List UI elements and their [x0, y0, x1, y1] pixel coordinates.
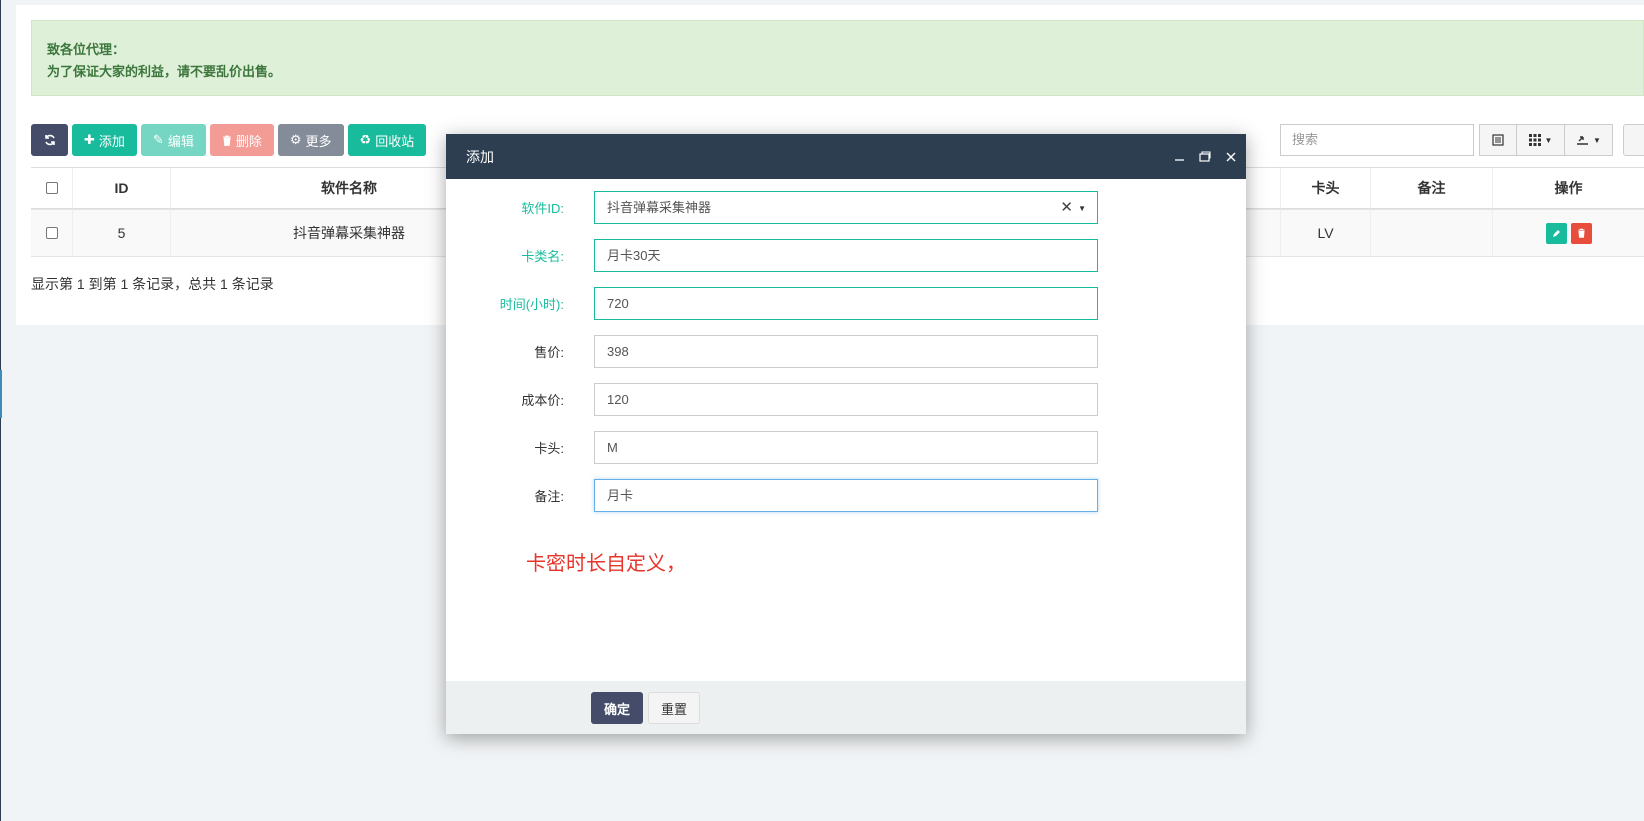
trash-icon — [1577, 228, 1585, 238]
add-dialog: 添加 软件ID: 抖音弹幕采集神器 ✕ ▼ 卡类名: 月卡30天 时间(小时):… — [446, 134, 1246, 734]
maximize-icon[interactable] — [1198, 151, 1212, 162]
field-card-prefix: 卡头: M — [446, 430, 1246, 464]
recycle-icon: ♻ — [359, 132, 372, 147]
row-edit-button[interactable] — [1545, 222, 1567, 244]
gear-icon: ⚙ — [289, 132, 302, 147]
recycle-bin-button[interactable]: ♻ 回收站 — [347, 124, 427, 156]
grid-icon — [1528, 134, 1541, 146]
cell-remark — [1371, 210, 1493, 256]
toggle-view-button[interactable] — [1479, 124, 1517, 156]
software-id-label: 软件ID: — [521, 200, 564, 216]
trash-icon — [222, 135, 231, 146]
annotation-text: 卡密时长自定义， — [526, 553, 686, 575]
pencil-icon — [1552, 229, 1560, 237]
add-button[interactable]: ✚ 添加 — [72, 124, 137, 156]
delete-button-label: 删除 — [235, 133, 262, 149]
remark-label: 备注: — [534, 488, 564, 504]
card-name-label: 卡类名: — [521, 248, 564, 264]
search-input[interactable]: 搜索 — [1280, 124, 1474, 156]
price-input[interactable]: 398 — [594, 334, 1098, 368]
header-operations: 操作 — [1493, 168, 1644, 209]
close-icon[interactable] — [1224, 152, 1238, 162]
dialog-controls — [1172, 134, 1238, 179]
cost-input[interactable]: 120 — [594, 382, 1098, 416]
field-hours: 时间(小时): 720 — [446, 286, 1246, 320]
card-name-input[interactable]: 月卡30天 — [594, 238, 1098, 272]
cell-id: 5 — [73, 210, 171, 256]
recycle-button-label: 回收站 — [375, 133, 415, 149]
notice-line-1: 致各位代理： — [47, 42, 126, 57]
export-button[interactable]: ▼ — [1564, 124, 1613, 156]
dialog-title: 添加 — [466, 148, 494, 165]
hours-label: 时间(小时): — [499, 296, 564, 312]
toolbar: ✚ 添加 ✎ 编辑 删除 ⚙ 更多 ♻ 回收站 — [31, 124, 427, 156]
remark-input[interactable]: 月卡 — [594, 478, 1098, 512]
software-id-value: 抖音弹幕采集神器 — [607, 199, 712, 215]
cell-card-prefix: LV — [1281, 210, 1371, 256]
edit-button[interactable]: ✎ 编辑 — [140, 124, 206, 156]
plus-icon: ✚ — [84, 132, 95, 147]
price-label: 售价: — [534, 344, 564, 360]
more-button-label: 更多 — [305, 133, 332, 149]
field-card-name: 卡类名: 月卡30天 — [446, 238, 1246, 272]
chevron-down-icon[interactable]: ▼ — [1078, 193, 1086, 224]
select-all-checkbox[interactable] — [45, 182, 58, 194]
caret-down-icon: ▼ — [1593, 135, 1601, 145]
pagination-info: 显示第 1 到第 1 条记录，总共 1 条记录 — [31, 276, 274, 292]
clear-icon[interactable]: ✕ — [1060, 192, 1073, 223]
export-icon — [1577, 136, 1589, 145]
field-cost: 成本价: 120 — [446, 382, 1246, 416]
notice-line-2: 为了保证大家的利益，请不要乱价出售。 — [47, 64, 282, 79]
notice-alert: 致各位代理： 为了保证大家的利益，请不要乱价出售。 — [31, 20, 1644, 96]
reset-button[interactable]: 重置 — [648, 692, 700, 724]
hours-input[interactable]: 720 — [594, 286, 1098, 320]
software-id-select[interactable]: 抖音弹幕采集神器 ✕ ▼ — [594, 190, 1098, 224]
confirm-button[interactable]: 确定 — [591, 692, 643, 724]
card-prefix-input[interactable]: M — [594, 430, 1098, 464]
pencil-icon: ✎ — [152, 132, 164, 147]
delete-button[interactable]: 删除 — [209, 124, 274, 156]
field-price: 售价: 398 — [446, 334, 1246, 368]
columns-button[interactable]: ▼ — [1516, 124, 1565, 156]
dialog-footer — [446, 681, 1246, 734]
edit-button-label: 编辑 — [167, 133, 194, 149]
list-view-icon — [1492, 134, 1504, 146]
cell-operations — [1493, 210, 1644, 256]
search-toggle-button[interactable] — [1623, 124, 1644, 156]
cost-label: 成本价: — [521, 392, 564, 408]
refresh-button[interactable] — [31, 124, 68, 156]
field-remark: 备注: 月卡 — [446, 478, 1246, 512]
left-edge-marker — [0, 370, 2, 418]
more-button[interactable]: ⚙ 更多 — [277, 124, 344, 156]
dialog-header: 添加 — [446, 134, 1246, 179]
header-checkbox-cell — [31, 168, 73, 209]
table-tools: ▼ ▼ — [1479, 124, 1613, 156]
row-checkbox[interactable] — [45, 227, 58, 239]
header-remark[interactable]: 备注 — [1371, 168, 1493, 209]
add-button-label: 添加 — [98, 133, 125, 149]
refresh-icon — [44, 134, 55, 146]
row-delete-button[interactable] — [1570, 222, 1592, 244]
header-card-prefix[interactable]: 卡头 — [1281, 168, 1371, 209]
card-prefix-label: 卡头: — [534, 440, 564, 456]
header-id[interactable]: ID — [73, 168, 171, 209]
minimize-icon[interactable] — [1172, 151, 1186, 162]
field-software-id: 软件ID: 抖音弹幕采集神器 ✕ ▼ — [446, 190, 1246, 224]
caret-down-icon: ▼ — [1544, 135, 1553, 145]
row-checkbox-cell — [31, 210, 73, 256]
